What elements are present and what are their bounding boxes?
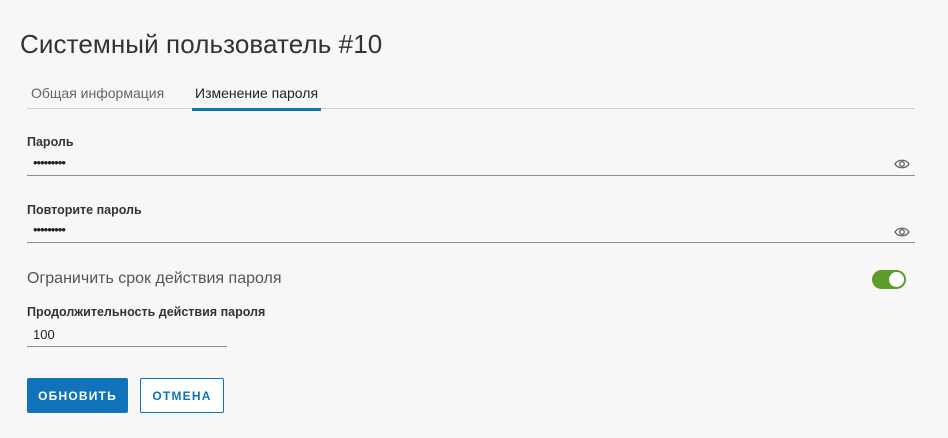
- page-title: Системный пользователь #10: [20, 29, 383, 59]
- toggle-knob: [889, 272, 904, 287]
- cancel-button[interactable]: ОТМЕНА: [140, 378, 224, 413]
- eye-icon[interactable]: [894, 158, 910, 170]
- update-button[interactable]: ОБНОВИТЬ: [27, 378, 128, 413]
- tab-change-password[interactable]: Изменение пароля: [192, 78, 322, 111]
- repeat-password-label: Повторите пароль: [27, 203, 142, 217]
- duration-input[interactable]: [27, 323, 227, 347]
- tab-general-info[interactable]: Общая информация: [31, 78, 164, 108]
- password-field[interactable]: [27, 152, 915, 176]
- tab-bar: Общая информация Изменение пароля: [27, 78, 915, 111]
- limit-validity-toggle[interactable]: [872, 270, 906, 289]
- repeat-password-field[interactable]: [27, 219, 915, 243]
- duration-label: Продолжительность действия пароля: [27, 305, 266, 319]
- limit-validity-label: Ограничить срок действия пароля: [27, 270, 282, 287]
- eye-icon[interactable]: [894, 226, 910, 238]
- password-label: Пароль: [27, 135, 74, 149]
